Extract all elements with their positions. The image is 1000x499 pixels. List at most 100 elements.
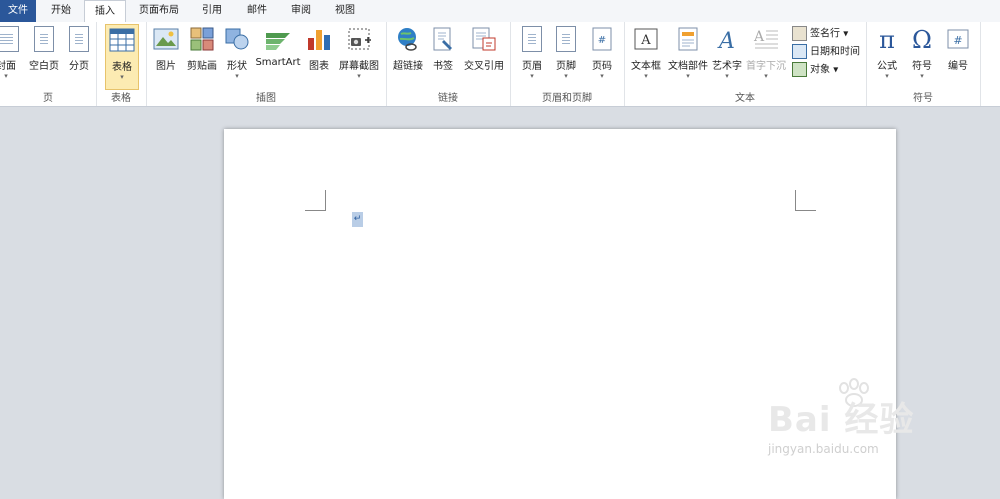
cover-page-button[interactable]: 封面 ▾ bbox=[0, 24, 20, 88]
signature-line-label: 签名行 bbox=[810, 28, 840, 40]
tab-page-layout[interactable]: 页面布局 bbox=[128, 0, 190, 22]
tab-file[interactable]: 文件 bbox=[0, 0, 36, 22]
svg-text:Ω: Ω bbox=[912, 26, 932, 52]
chevron-down-icon: ▾ bbox=[920, 72, 924, 80]
equation-button[interactable]: π 公式 ▾ bbox=[872, 24, 902, 88]
symbol-button[interactable]: Ω 符号 ▾ bbox=[906, 24, 938, 88]
chart-button[interactable]: 图表 bbox=[304, 24, 334, 88]
tab-home[interactable]: 开始 bbox=[40, 0, 82, 22]
number-label: 编号 bbox=[948, 61, 968, 72]
shapes-icon bbox=[225, 28, 249, 50]
smartart-icon bbox=[266, 33, 290, 50]
drop-cap-button[interactable]: A 首字下沉 ▾ bbox=[744, 24, 788, 88]
omega-icon: Ω bbox=[912, 26, 932, 52]
calendar-icon bbox=[792, 44, 807, 59]
blank-page-icon bbox=[34, 26, 54, 52]
group-label-tables: 表格 bbox=[111, 93, 131, 104]
quick-parts-icon bbox=[678, 27, 698, 51]
group-symbols: π 公式 ▾ Ω 符号 ▾ # 编号 符号 bbox=[866, 22, 981, 106]
wordart-label: 艺术字 bbox=[712, 61, 742, 72]
symbol-label: 符号 bbox=[912, 61, 932, 72]
svg-text:A: A bbox=[640, 33, 651, 48]
bookmark-icon bbox=[433, 27, 452, 51]
cover-page-icon bbox=[0, 26, 19, 52]
baidu-watermark: Bai 经验 jingyan.baidu.com bbox=[768, 378, 988, 468]
date-time-label: 日期和时间 bbox=[810, 46, 860, 58]
page-break-icon bbox=[69, 26, 89, 52]
clip-art-label: 剪贴画 bbox=[187, 61, 217, 72]
footer-icon bbox=[556, 26, 576, 52]
chevron-down-icon: ▾ bbox=[530, 72, 534, 80]
footer-button[interactable]: 页脚 ▾ bbox=[550, 24, 582, 88]
tab-insert[interactable]: 插入 bbox=[84, 0, 126, 24]
chevron-down-icon: ▾ bbox=[600, 72, 604, 80]
group-text: A 文本框 ▾ 文档部件 ▾ A 艺术字 ▾ A 首字下沉 ▾ 签名行 ▾ 日期… bbox=[624, 22, 867, 106]
blank-page-button[interactable]: 空白页 bbox=[26, 24, 62, 88]
chevron-down-icon: ▾ bbox=[357, 72, 361, 80]
page-number-label: 页码 bbox=[592, 61, 612, 72]
header-button[interactable]: 页眉 ▾ bbox=[516, 24, 548, 88]
chevron-down-icon: ▾ bbox=[725, 72, 729, 80]
paragraph-mark[interactable]: ↵ bbox=[352, 212, 363, 227]
group-label-symbols: 符号 bbox=[913, 93, 933, 104]
cross-reference-icon bbox=[472, 27, 496, 51]
chevron-down-icon: ▾ bbox=[686, 72, 690, 80]
equation-label: 公式 bbox=[877, 61, 897, 72]
screenshot-button[interactable]: 屏幕截图 ▾ bbox=[336, 24, 382, 88]
footer-label: 页脚 bbox=[556, 61, 576, 72]
cover-page-label: 封面 bbox=[0, 61, 16, 72]
bookmark-button[interactable]: 书签 bbox=[428, 24, 458, 88]
picture-icon bbox=[153, 28, 179, 50]
group-label-links: 链接 bbox=[438, 93, 458, 104]
hyperlink-label: 超链接 bbox=[393, 61, 423, 72]
chart-label: 图表 bbox=[309, 61, 329, 72]
tab-review[interactable]: 审阅 bbox=[280, 0, 322, 22]
signature-line-button[interactable]: 签名行 ▾ bbox=[792, 26, 848, 42]
page-number-button[interactable]: # 页码 ▾ bbox=[586, 24, 618, 88]
number-icon: # bbox=[947, 29, 969, 49]
cross-reference-label: 交叉引用 bbox=[464, 61, 504, 72]
tab-references[interactable]: 引用 bbox=[192, 0, 232, 22]
page-break-button[interactable]: 分页 bbox=[64, 24, 94, 88]
svg-text:#: # bbox=[953, 34, 962, 47]
tab-mailings[interactable]: 邮件 bbox=[236, 0, 278, 22]
globe-link-icon bbox=[398, 28, 417, 51]
object-icon bbox=[792, 62, 807, 77]
quick-parts-button[interactable]: 文档部件 ▾ bbox=[666, 24, 710, 88]
watermark-brand: Bai 经验 bbox=[768, 400, 915, 440]
wordart-icon: A bbox=[717, 29, 735, 52]
bookmark-label: 书签 bbox=[433, 61, 453, 72]
object-button[interactable]: 对象 ▾ bbox=[792, 62, 838, 78]
svg-text:π: π bbox=[879, 26, 895, 52]
group-tables: 表格 ▾ 表格 bbox=[96, 22, 147, 106]
smartart-button[interactable]: SmartArt bbox=[254, 24, 302, 88]
screenshot-icon bbox=[348, 28, 371, 50]
page-break-label: 分页 bbox=[69, 61, 89, 72]
cross-reference-button[interactable]: 交叉引用 bbox=[460, 24, 508, 88]
svg-text:A: A bbox=[717, 29, 735, 52]
group-illustrations: 图片 剪贴画 形状 ▾ SmartArt 图表 屏幕截图 ▾ 插图 bbox=[146, 22, 387, 106]
chevron-down-icon: ▾ bbox=[764, 72, 768, 80]
header-icon bbox=[522, 26, 542, 52]
page-number-icon: # bbox=[592, 27, 612, 51]
hyperlink-button[interactable]: 超链接 bbox=[390, 24, 426, 88]
shapes-button[interactable]: 形状 ▾ bbox=[222, 24, 252, 88]
pi-icon: π bbox=[879, 26, 895, 52]
picture-button[interactable]: 图片 bbox=[150, 24, 182, 88]
margin-corner-top-left bbox=[305, 190, 326, 211]
svg-text:#: # bbox=[598, 35, 606, 46]
number-button[interactable]: # 编号 bbox=[942, 24, 974, 88]
table-button[interactable]: 表格 ▾ bbox=[105, 24, 139, 90]
ribbon-tab-bar: 文件 开始 插入 页面布局 引用 邮件 审阅 视图 bbox=[0, 0, 1000, 24]
table-icon bbox=[109, 28, 135, 52]
drop-cap-icon: A bbox=[753, 29, 778, 49]
text-box-icon: A bbox=[634, 28, 658, 50]
chevron-down-icon: ▾ bbox=[4, 72, 8, 80]
text-box-button[interactable]: A 文本框 ▾ bbox=[628, 24, 664, 88]
clip-art-button[interactable]: 剪贴画 bbox=[184, 24, 220, 88]
shapes-label: 形状 bbox=[227, 61, 247, 72]
chart-icon bbox=[308, 30, 330, 50]
wordart-button[interactable]: A 艺术字 ▾ bbox=[710, 24, 744, 88]
tab-view[interactable]: 视图 bbox=[324, 0, 366, 22]
date-time-button[interactable]: 日期和时间 bbox=[792, 44, 860, 60]
